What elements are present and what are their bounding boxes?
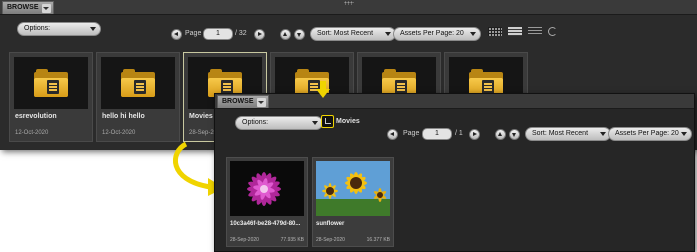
options-label: Options: xyxy=(24,25,51,32)
folder-icon xyxy=(34,69,68,97)
asset-tile[interactable]: sunflower 28-Sep-2020 16.377 KB xyxy=(312,157,394,247)
page-total: / 1 xyxy=(455,130,463,137)
tile-size: 77.935 KB xyxy=(280,237,304,243)
tile-name: hello hi hello xyxy=(102,113,145,120)
options-dropdown[interactable]: Options: xyxy=(17,22,101,36)
options-label: Options: xyxy=(242,119,269,126)
tile-thumbnail xyxy=(14,57,88,109)
page-label: Page xyxy=(403,130,420,137)
tile-size: 16.377 KB xyxy=(366,237,390,243)
parent-folder-icon[interactable] xyxy=(321,115,334,128)
next-page-icon[interactable] xyxy=(469,129,480,140)
page-label: Page xyxy=(185,30,202,37)
list-view-icon[interactable] xyxy=(508,27,522,36)
prev-page-icon[interactable] xyxy=(171,29,182,40)
breadcrumb-current[interactable]: Movies xyxy=(336,117,360,127)
prev-page-icon[interactable] xyxy=(387,129,398,140)
tile-date: 28-Sep-2020 xyxy=(316,237,345,243)
tab-browse[interactable]: BROWSE xyxy=(217,95,269,108)
sort-label: Sort: Most Recent xyxy=(317,30,374,37)
assets-per-page-dropdown[interactable]: Assets Per Page: 20 xyxy=(608,127,692,141)
grid-view-icon[interactable] xyxy=(488,27,502,36)
asset-tile[interactable]: hello hi hello 12-Oct-2020 xyxy=(96,52,180,142)
sort-dropdown[interactable]: Sort: Most Recent xyxy=(310,27,396,41)
tile-thumbnail xyxy=(316,161,390,216)
tile-name: esrevolution xyxy=(15,113,57,120)
tile-thumbnail xyxy=(101,57,175,109)
tile-date: 12-Oct-2020 xyxy=(102,130,136,136)
sort-label: Sort: Most Recent xyxy=(532,130,589,137)
assets-label: Assets Per Page: 20 xyxy=(615,130,679,137)
folder-icon xyxy=(121,69,155,97)
browse-panel-front: BROWSE Options: Movies Page 1 / 1 Sort: … xyxy=(214,93,695,252)
chevron-down-icon xyxy=(385,32,391,36)
asset-tile[interactable]: 10c3a46f-be28-479d-80... 28-Sep-2020 77.… xyxy=(226,157,308,247)
tab-browse[interactable]: BROWSE xyxy=(2,1,54,14)
next-page-icon[interactable] xyxy=(254,29,265,40)
purple-flower-image xyxy=(230,161,304,216)
chevron-down-icon xyxy=(312,121,318,125)
refresh-icon[interactable] xyxy=(548,27,557,36)
tab-label: BROWSE xyxy=(7,4,39,11)
tile-date: 28-Sep-2020 xyxy=(230,237,259,243)
detail-view-icon[interactable] xyxy=(528,27,542,36)
assets-label: Assets Per Page: 20 xyxy=(400,30,464,37)
tile-date: 12-Oct-2020 xyxy=(15,130,49,136)
tab-label: BROWSE xyxy=(222,98,254,105)
arrow-up-icon[interactable] xyxy=(280,29,291,40)
asset-tile[interactable]: esrevolution 12-Oct-2020 xyxy=(9,52,93,142)
chevron-down-icon[interactable] xyxy=(256,97,266,107)
sunflower-image xyxy=(316,161,390,216)
arrow-up-icon[interactable] xyxy=(495,129,506,140)
tile-name: sunflower xyxy=(316,221,345,227)
callout-down-arrow-icon xyxy=(316,81,330,98)
chevron-down-icon xyxy=(681,132,687,136)
page-number-input[interactable]: 1 xyxy=(422,128,452,140)
tab-bar: BROWSE xyxy=(215,94,694,109)
sort-dropdown[interactable]: Sort: Most Recent xyxy=(525,127,611,141)
panel-grip[interactable] xyxy=(343,1,354,5)
chevron-down-icon[interactable] xyxy=(41,3,51,13)
options-dropdown[interactable]: Options: xyxy=(235,116,323,130)
tile-thumbnail xyxy=(230,161,304,216)
page-total: / 32 xyxy=(235,30,247,37)
arrow-down-icon[interactable] xyxy=(294,29,305,40)
chevron-down-icon xyxy=(90,27,96,31)
tab-bar: BROWSE xyxy=(0,0,697,15)
tile-name: 10c3a46f-be28-479d-80... xyxy=(230,221,301,227)
chevron-down-icon xyxy=(470,32,476,36)
chevron-down-icon xyxy=(600,132,606,136)
tile-name: Movies xyxy=(189,113,213,120)
arrow-down-icon[interactable] xyxy=(509,129,520,140)
page-number-input[interactable]: 1 xyxy=(203,28,233,40)
assets-per-page-dropdown[interactable]: Assets Per Page: 20 xyxy=(393,27,481,41)
